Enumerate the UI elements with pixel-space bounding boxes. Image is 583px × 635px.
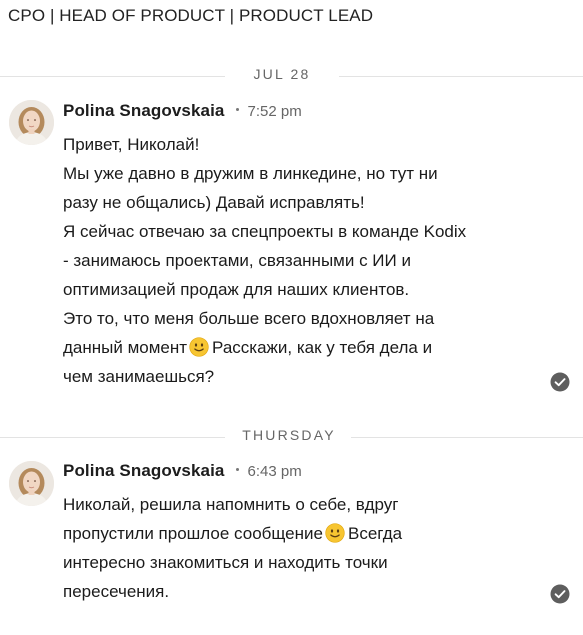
message-line: Это то, что меня больше всего вдохновляе… [63, 309, 435, 328]
message-header: Polina Snagovskaia 7:52 pm [63, 101, 302, 123]
message-line: оптимизацией продаж для наших клиентов. [63, 280, 410, 299]
message-line: Привет, Николай! [63, 135, 200, 154]
message-line: Николай, решила напомнить о себе, вдруг [63, 495, 399, 514]
sender-avatar[interactable] [9, 100, 54, 145]
divider-line-left [0, 76, 225, 77]
divider-line-right [339, 76, 583, 77]
sender-name[interactable]: Polina Snagovskaia [63, 101, 224, 120]
message-timestamp: 6:43 pm [247, 463, 302, 480]
message-line: Мы уже давно в дружим в линкедине, но ту… [63, 164, 438, 183]
message-timestamp: 7:52 pm [247, 103, 302, 120]
divider-line-left [0, 437, 225, 438]
message-line: пропустили прошлое сообщение Всегда [63, 519, 402, 548]
message-body: Николай, решила напомнить о себе, вдруг … [63, 490, 402, 606]
avatar-photo-icon [9, 100, 54, 145]
avatar-photo-icon [9, 461, 54, 506]
message-line-part: Всегда [347, 524, 403, 543]
message-line: - занимаюсь проектами, связанными с ИИ и [63, 251, 411, 270]
message-line-part: пропустили прошлое сообщение [63, 524, 323, 543]
sender-avatar[interactable] [9, 461, 54, 506]
message-line-part: Расскажи, как у тебя дела и [212, 338, 433, 357]
message-body: Привет, Николай! Мы уже давно в дружим в… [63, 130, 466, 391]
date-divider-jul-28: JUL 28 [0, 66, 583, 86]
message-line: пересечения. [63, 582, 170, 601]
message-line: Я сейчас отвечаю за спецпроекты в команд… [63, 222, 467, 241]
message-header: Polina Snagovskaia 6:43 pm [63, 461, 302, 483]
separator-dot [236, 468, 240, 472]
date-divider-thursday: THURSDAY [0, 427, 583, 447]
read-check-circle-icon [550, 372, 570, 392]
slightly-smiling-face-icon [325, 523, 345, 543]
message-line: данный момент Расскажи, как у тебя дела и [63, 333, 466, 362]
profile-headline: CPO | HEAD OF PRODUCT | PRODUCT LEAD [8, 6, 374, 25]
message-line: чем занимаешься? [63, 367, 215, 386]
slightly-smiling-face-icon [189, 337, 209, 357]
sender-name[interactable]: Polina Snagovskaia [63, 461, 224, 480]
divider-line-right [351, 437, 583, 438]
date-label: JUL 28 [253, 66, 311, 82]
read-check-circle-icon [550, 584, 570, 604]
message-line: разу не общались) Давай исправлять! [63, 193, 365, 212]
separator-dot [236, 108, 240, 112]
date-label: THURSDAY [242, 427, 336, 443]
message-line-part: данный момент [63, 338, 188, 357]
message-line: интересно знакомиться и находить точки [63, 553, 388, 572]
